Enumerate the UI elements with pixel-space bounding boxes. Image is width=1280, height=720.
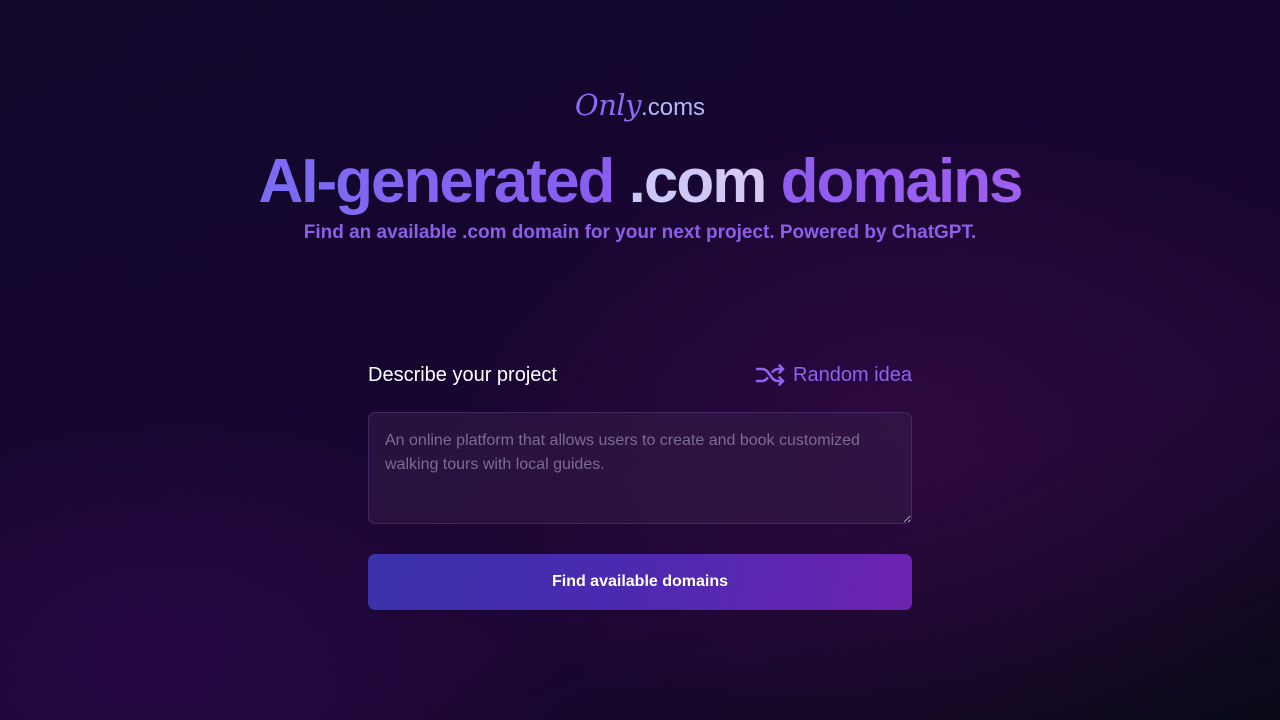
logo[interactable]: Only.coms: [0, 88, 1280, 132]
random-idea-label: Random idea: [793, 363, 912, 386]
page: Only.coms AI-generated .com domains Find…: [0, 0, 1280, 720]
page-subtitle: Find an available .com domain for your n…: [303, 222, 977, 243]
form-header: Describe your project Random idea: [368, 360, 912, 390]
headline-part-3: domains: [780, 147, 1024, 216]
logo-script-text: Only: [574, 88, 642, 122]
headline-part-2: .com: [628, 147, 768, 216]
headline-part-1: AI-generated: [258, 147, 615, 216]
describe-project-label: Describe your project: [368, 363, 557, 386]
project-description-input[interactable]: [368, 412, 912, 524]
shuffle-icon: [755, 363, 785, 387]
random-idea-button[interactable]: Random idea: [755, 363, 912, 387]
page-title: AI-generated .com domains: [0, 146, 1280, 218]
find-domains-button[interactable]: Find available domains: [368, 554, 912, 610]
logo-suffix-text: .coms: [641, 94, 706, 121]
project-form: Describe your project Random idea Find a…: [368, 360, 912, 610]
